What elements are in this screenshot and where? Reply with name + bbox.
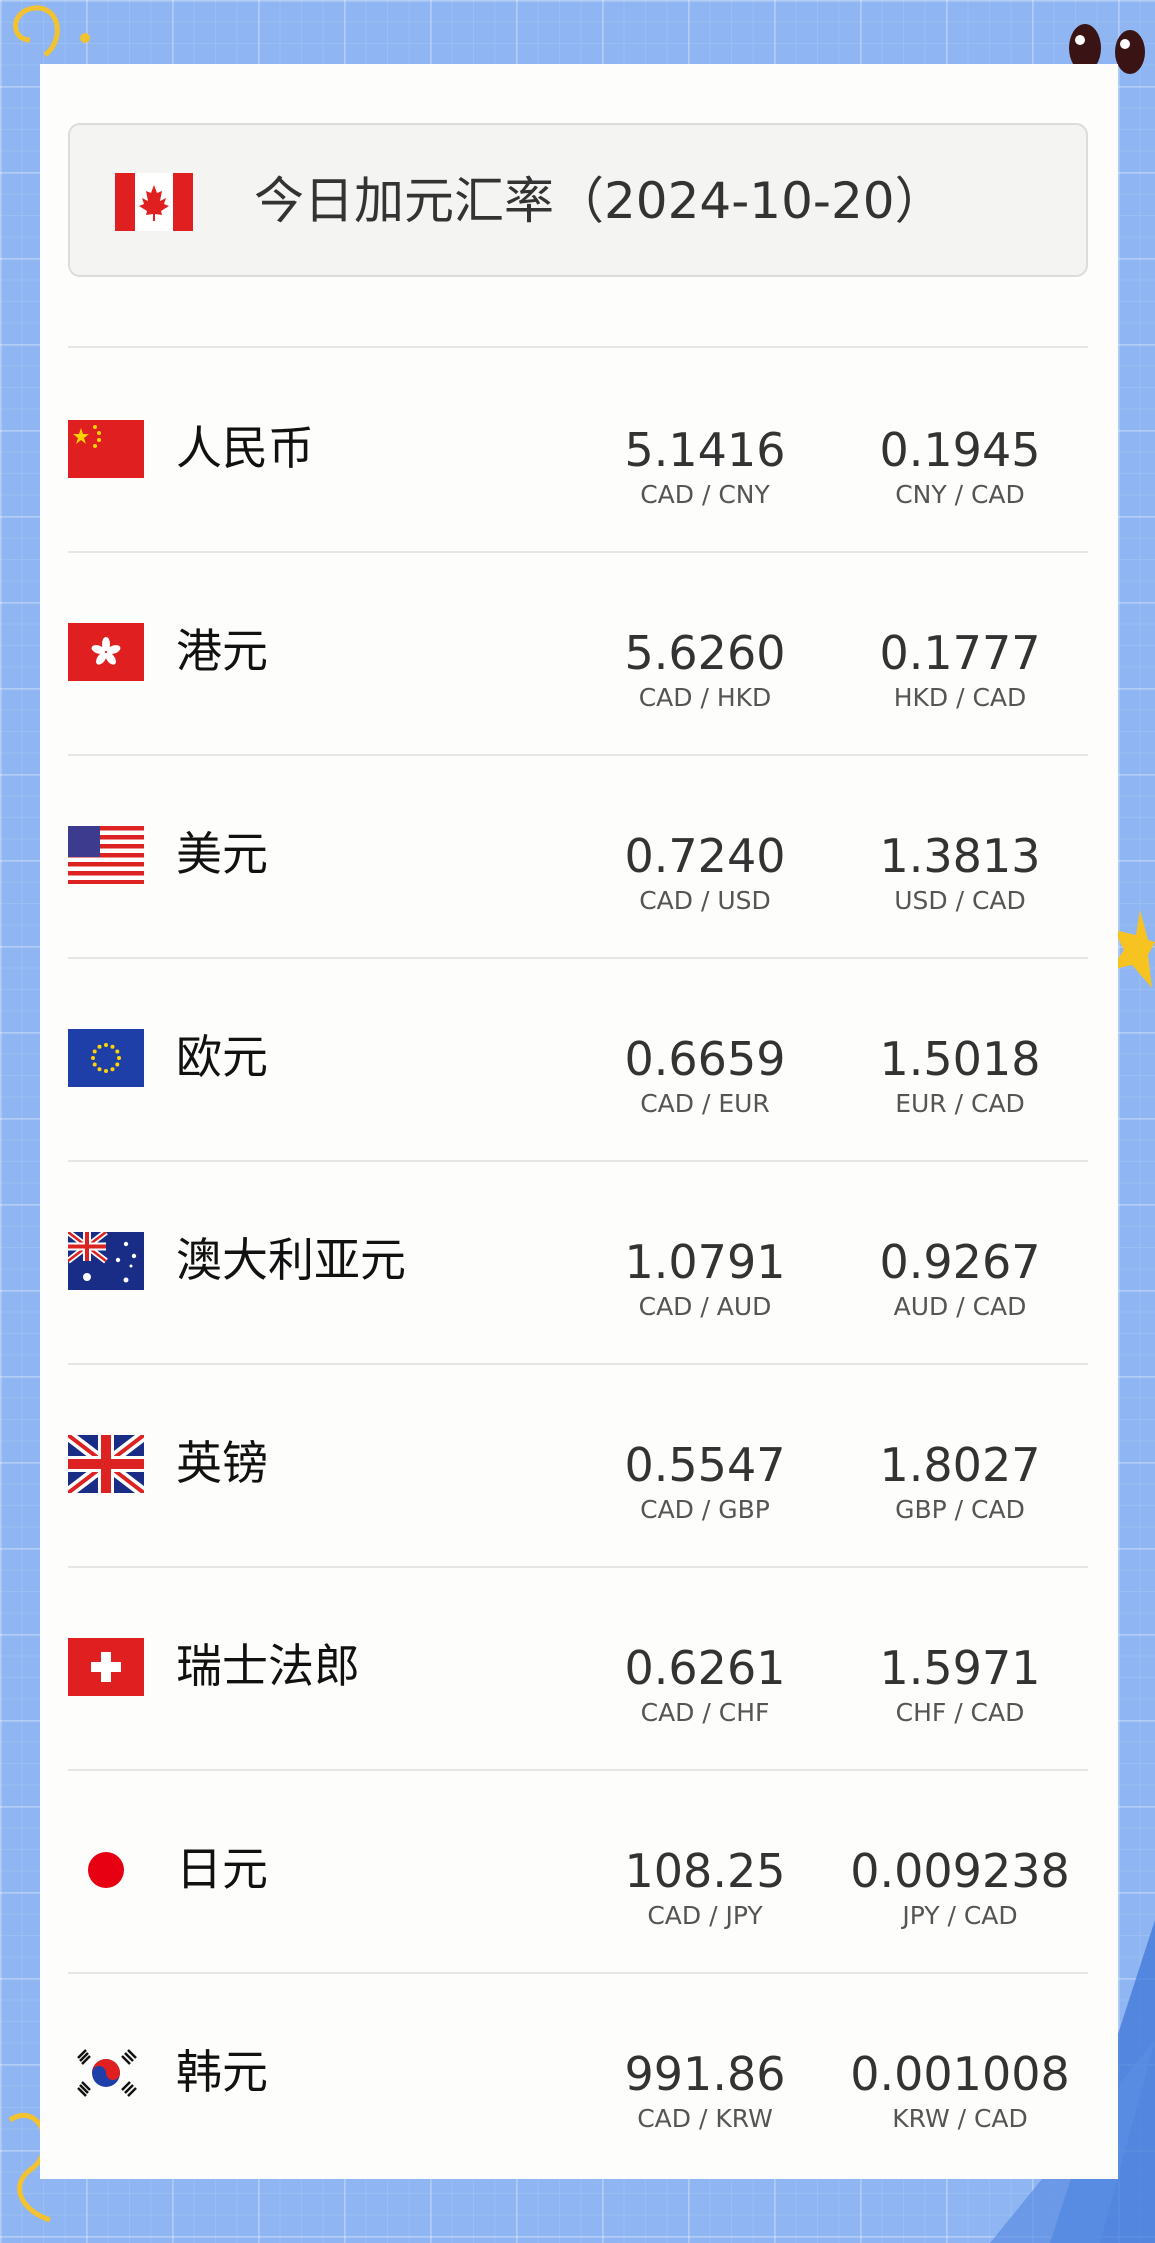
canada-flag-icon xyxy=(115,173,193,231)
currency-name: 港元 xyxy=(176,624,268,678)
page-title: 今日加元汇率（2024-10-20） xyxy=(254,172,945,230)
rate-value: 5.6260 xyxy=(624,626,786,680)
rate-foreign-to-cad: 1.5971 CHF / CAD xyxy=(850,1566,1070,1728)
rate-value: 0.5547 xyxy=(624,1438,786,1492)
rate-value: 5.1416 xyxy=(624,423,786,477)
rate-row-cny: 人民币 5.1416 CAD / CNY 0.1945 CNY / CAD xyxy=(68,348,1088,553)
rate-foreign-to-cad: 0.009238 JPY / CAD xyxy=(850,1769,1070,1931)
rate-value: 0.7240 xyxy=(624,829,786,883)
currency-name: 欧元 xyxy=(176,1030,268,1084)
rate-foreign-to-cad: 0.9267 AUD / CAD xyxy=(850,1160,1070,1322)
rate-value: 0.1777 xyxy=(879,626,1041,680)
rate-foreign-to-cad: 1.5018 EUR / CAD xyxy=(850,957,1070,1119)
rate-value: 0.9267 xyxy=(879,1235,1041,1289)
rate-cad-to-foreign: 5.6260 CAD / HKD xyxy=(595,551,815,713)
rate-value: 0.1945 xyxy=(879,423,1041,477)
rate-cad-to-foreign: 0.6261 CAD / CHF xyxy=(595,1566,815,1728)
rate-pair-label: JPY / CAD xyxy=(902,1901,1018,1930)
rate-value: 1.0791 xyxy=(624,1235,786,1289)
rate-cad-to-foreign: 108.25 CAD / JPY xyxy=(595,1769,815,1931)
currency-name: 美元 xyxy=(176,827,268,881)
rate-pair-label: EUR / CAD xyxy=(895,1089,1025,1118)
rate-pair-label: CAD / JPY xyxy=(647,1901,763,1930)
rate-row-eur: 欧元 0.6659 CAD / EUR 1.5018 EUR / CAD xyxy=(68,957,1088,1162)
rate-row-aud: 澳大利亚元 1.0791 CAD / AUD 0.9267 AUD / CAD xyxy=(68,1160,1088,1365)
rate-cad-to-foreign: 991.86 CAD / KRW xyxy=(595,1972,815,2134)
rate-row-jpy: 日元 108.25 CAD / JPY 0.009238 JPY / CAD xyxy=(68,1769,1088,1974)
rate-value: 1.8027 xyxy=(879,1438,1041,1492)
usa-flag-icon xyxy=(68,826,144,884)
rate-foreign-to-cad: 1.8027 GBP / CAD xyxy=(850,1363,1070,1525)
rate-pair-label: CAD / CHF xyxy=(640,1698,770,1727)
currency-name: 澳大利亚元 xyxy=(176,1233,406,1287)
rate-pair-label: HKD / CAD xyxy=(893,683,1027,712)
rate-pair-label: CAD / KRW xyxy=(637,2104,773,2133)
rate-row-gbp: 英镑 0.5547 CAD / GBP 1.8027 GBP / CAD xyxy=(68,1363,1088,1568)
rate-pair-label: CAD / AUD xyxy=(638,1292,772,1321)
rate-value: 1.5971 xyxy=(879,1641,1041,1695)
rate-foreign-to-cad: 0.1945 CNY / CAD xyxy=(850,348,1070,510)
rate-pair-label: CAD / HKD xyxy=(638,683,772,712)
rate-cad-to-foreign: 1.0791 CAD / AUD xyxy=(595,1160,815,1322)
uk-flag-icon xyxy=(68,1435,144,1493)
rate-pair-label: AUD / CAD xyxy=(893,1292,1027,1321)
currency-name: 日元 xyxy=(176,1842,268,1896)
rate-pair-label: KRW / CAD xyxy=(892,2104,1028,2133)
rate-cad-to-foreign: 0.7240 CAD / USD xyxy=(595,754,815,916)
rate-value: 0.009238 xyxy=(850,1844,1070,1898)
rate-pair-label: CAD / USD xyxy=(639,886,771,915)
rate-row-krw: 韩元 991.86 CAD / KRW 0.001008 KRW / CAD xyxy=(68,1972,1088,2175)
eu-flag-icon xyxy=(68,1029,144,1087)
rate-row-usd: 美元 0.7240 CAD / USD 1.3813 USD / CAD xyxy=(68,754,1088,959)
rate-pair-label: CAD / CNY xyxy=(640,480,770,509)
exchange-rate-card: 今日加元汇率（2024-10-20） 人民币 5.1416 CAD / CNY … xyxy=(40,64,1118,2179)
rate-value: 991.86 xyxy=(624,2047,786,2101)
rate-pair-label: CAD / EUR xyxy=(640,1089,770,1118)
currency-name: 瑞士法郎 xyxy=(176,1639,360,1693)
rate-pair-label: CHF / CAD xyxy=(895,1698,1025,1727)
switzerland-flag-icon xyxy=(68,1638,144,1696)
rate-cad-to-foreign: 0.6659 CAD / EUR xyxy=(595,957,815,1119)
currency-name: 英镑 xyxy=(176,1436,268,1490)
currency-name: 韩元 xyxy=(176,2045,268,2099)
rate-value: 108.25 xyxy=(624,1844,786,1898)
rate-cad-to-foreign: 5.1416 CAD / CNY xyxy=(595,348,815,510)
rate-pair-label: GBP / CAD xyxy=(895,1495,1025,1524)
currency-name: 人民币 xyxy=(176,421,314,475)
rate-row-chf: 瑞士法郎 0.6261 CAD / CHF 1.5971 CHF / CAD xyxy=(68,1566,1088,1771)
rate-value: 0.001008 xyxy=(850,2047,1070,2101)
china-flag-icon xyxy=(68,420,144,478)
south-korea-flag-icon xyxy=(68,2044,144,2102)
rate-pair-label: CNY / CAD xyxy=(895,480,1025,509)
australia-flag-icon xyxy=(68,1232,144,1290)
rate-pair-label: CAD / GBP xyxy=(640,1495,770,1524)
rate-foreign-to-cad: 0.1777 HKD / CAD xyxy=(850,551,1070,713)
rate-value: 1.5018 xyxy=(879,1032,1041,1086)
rate-value: 0.6659 xyxy=(624,1032,786,1086)
hong-kong-flag-icon xyxy=(68,623,144,681)
rate-value: 0.6261 xyxy=(624,1641,786,1695)
rate-foreign-to-cad: 1.3813 USD / CAD xyxy=(850,754,1070,916)
rate-row-hkd: 港元 5.6260 CAD / HKD 0.1777 HKD / CAD xyxy=(68,551,1088,756)
japan-flag-icon xyxy=(68,1841,144,1899)
rate-cad-to-foreign: 0.5547 CAD / GBP xyxy=(595,1363,815,1525)
rate-value: 1.3813 xyxy=(879,829,1041,883)
rate-foreign-to-cad: 0.001008 KRW / CAD xyxy=(850,1972,1070,2134)
rate-pair-label: USD / CAD xyxy=(894,886,1026,915)
header-banner: 今日加元汇率（2024-10-20） xyxy=(68,123,1088,277)
